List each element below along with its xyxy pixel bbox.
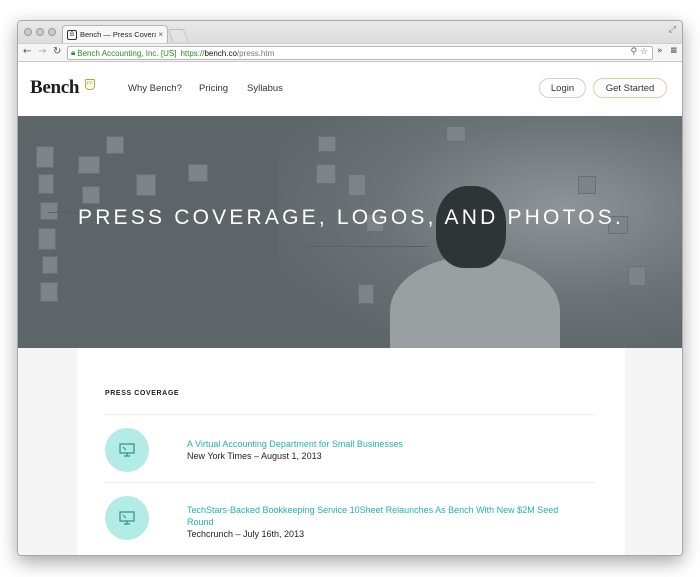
menu-icon[interactable]: ≡ bbox=[670, 46, 678, 56]
press-icon-circle bbox=[105, 496, 149, 540]
tab-bench-press[interactable]: B Bench — Press Coverage, L × bbox=[62, 25, 168, 43]
minimize-window-icon[interactable] bbox=[36, 28, 44, 36]
page-viewport: Bench PF Why Bench? Pricing Syllabus Log… bbox=[18, 62, 682, 555]
browser-window: B Bench — Press Coverage, L × ⤢ ← → ↻ 🔒︎… bbox=[17, 20, 683, 556]
hero-banner: PRESS COVERAGE, LOGOS, AND PHOTOS. bbox=[18, 116, 682, 348]
section-heading: PRESS COVERAGE bbox=[105, 390, 180, 397]
lock-icon: 🔒︎ bbox=[71, 48, 76, 57]
press-item: A Virtual Accounting Department for Smal… bbox=[105, 428, 595, 478]
tab-strip: B Bench — Press Coverage, L × ⤢ bbox=[18, 21, 682, 43]
bench-favicon-icon: B bbox=[67, 29, 77, 40]
tab-title: Bench — Press Coverage, L bbox=[80, 30, 156, 39]
press-link[interactable]: TechStars-Backed Bookkeeping Service 10S… bbox=[187, 504, 587, 528]
get-started-button[interactable]: Get Started bbox=[593, 78, 667, 98]
browser-toolbar: ← → ↻ 🔒︎ Bench Accounting, Inc. [US] htt… bbox=[18, 43, 682, 62]
logo-badge-icon: PF bbox=[85, 79, 95, 90]
press-link[interactable]: A Virtual Accounting Department for Smal… bbox=[187, 438, 587, 450]
url-path: /press.htm bbox=[236, 48, 275, 58]
monitor-icon bbox=[119, 511, 135, 525]
close-window-icon[interactable] bbox=[24, 28, 32, 36]
login-button[interactable]: Login bbox=[539, 78, 586, 98]
new-tab-button[interactable] bbox=[167, 29, 189, 41]
ev-certificate-label[interactable]: Bench Accounting, Inc. [US] bbox=[77, 49, 176, 58]
reload-icon[interactable]: ↻ bbox=[53, 46, 61, 57]
press-source-date: New York Times – August 1, 2013 bbox=[187, 451, 322, 461]
fullscreen-icon[interactable]: ⤢ bbox=[669, 25, 676, 35]
address-bar[interactable]: 🔒︎ Bench Accounting, Inc. [US] https:// … bbox=[67, 46, 653, 60]
press-icon-circle bbox=[105, 428, 149, 472]
divider bbox=[105, 482, 595, 483]
nav-pricing[interactable]: Pricing bbox=[199, 83, 228, 94]
monitor-icon bbox=[119, 443, 135, 457]
forward-arrow-icon[interactable]: → bbox=[38, 46, 46, 57]
press-content: PRESS COVERAGE A Virtual Accounting Depa… bbox=[77, 348, 625, 555]
press-item: TechStars-Backed Bookkeeping Service 10S… bbox=[105, 496, 595, 546]
zoom-window-icon[interactable] bbox=[48, 28, 56, 36]
page-title: PRESS COVERAGE, LOGOS, AND PHOTOS. bbox=[77, 206, 625, 229]
press-source-date: Techcrunch – July 16th, 2013 bbox=[187, 529, 305, 539]
tab-close-icon[interactable]: × bbox=[158, 30, 163, 39]
nav-syllabus[interactable]: Syllabus bbox=[247, 83, 283, 94]
bench-logo[interactable]: Bench bbox=[30, 77, 79, 99]
url-host: bench.co bbox=[204, 48, 237, 58]
bookmark-star-icon[interactable]: ☆ bbox=[640, 47, 648, 57]
site-header: Bench PF Why Bench? Pricing Syllabus Log… bbox=[18, 62, 682, 116]
translate-icon[interactable]: ⚲ bbox=[630, 47, 637, 57]
extensions-overflow-icon[interactable]: » bbox=[657, 46, 663, 56]
nav-why-bench[interactable]: Why Bench? bbox=[128, 83, 182, 94]
divider bbox=[105, 414, 595, 415]
url-scheme: https:// bbox=[180, 48, 205, 58]
omnibox-actions: ⚲ ☆ bbox=[630, 47, 648, 57]
back-arrow-icon[interactable]: ← bbox=[23, 46, 31, 57]
